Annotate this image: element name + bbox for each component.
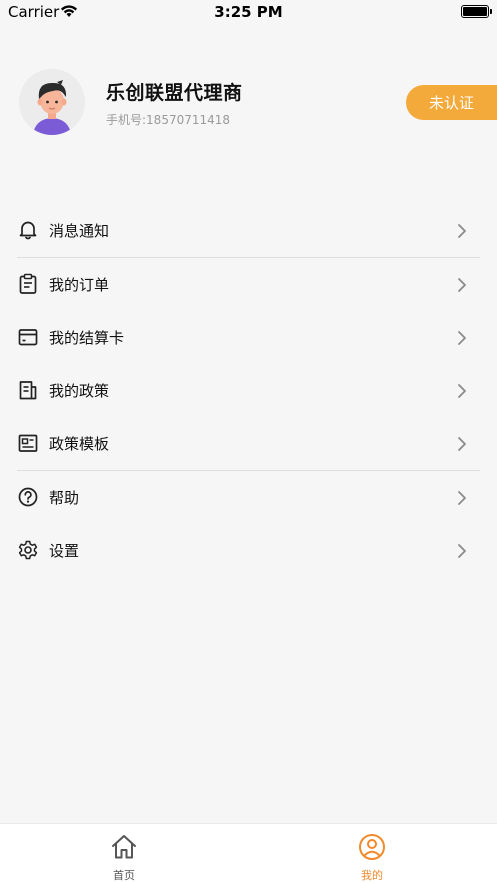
profile-name: 乐创联盟代理商 (106, 82, 243, 104)
help-icon (18, 487, 38, 507)
chevron-right-icon (458, 544, 466, 558)
profile-phone: 手机号:18570711418 (106, 113, 231, 127)
menu-item-label: 我的订单 (49, 276, 110, 294)
menu-item-policy[interactable]: 我的政策 (0, 364, 497, 417)
tab-bar: 首页 我的 (0, 823, 497, 883)
home-icon (112, 835, 136, 859)
tab-mine[interactable]: 我的 (248, 824, 496, 883)
chevron-right-icon (458, 224, 466, 238)
menu-item-notifications[interactable]: 消息通知 (0, 204, 497, 257)
menu-item-settlement-card[interactable]: 我的结算卡 (0, 311, 497, 364)
chevron-right-icon (458, 384, 466, 398)
chevron-right-icon (458, 331, 466, 345)
user-icon (359, 834, 385, 860)
menu-item-label: 我的政策 (49, 382, 110, 400)
menu-item-help[interactable]: 帮助 (0, 471, 497, 524)
avatar-person-icon (19, 69, 85, 135)
tab-home[interactable]: 首页 (0, 824, 248, 883)
battery-icon (461, 5, 492, 18)
bell-icon (19, 221, 37, 240)
menu-item-policy-template[interactable]: 政策模板 (0, 417, 497, 470)
clipboard-icon (19, 273, 37, 294)
tab-label: 我的 (361, 869, 383, 882)
status-bar: Carrier 3:25 PM (0, 0, 497, 26)
menu-item-label: 消息通知 (49, 222, 110, 240)
avatar[interactable] (19, 69, 85, 135)
chevron-right-icon (458, 278, 466, 292)
gear-icon (18, 540, 38, 560)
tab-label: 首页 (113, 869, 135, 882)
menu-item-label: 政策模板 (49, 435, 110, 453)
chevron-right-icon (458, 437, 466, 451)
status-time: 3:25 PM (214, 3, 283, 21)
menu-item-label: 设置 (49, 542, 80, 560)
verify-button[interactable]: 未认证 (406, 85, 497, 120)
menu-list: 消息通知 我的订单 我的结算卡 我的政策 政策模板 帮助 设置 (0, 204, 497, 577)
menu-item-orders[interactable]: 我的订单 (0, 258, 497, 311)
template-icon (18, 434, 38, 452)
menu-item-label: 我的结算卡 (49, 329, 125, 347)
document-icon (19, 381, 37, 400)
chevron-right-icon (458, 491, 466, 505)
menu-item-label: 帮助 (49, 489, 80, 507)
menu-item-settings[interactable]: 设置 (0, 524, 497, 577)
card-icon (18, 329, 38, 346)
profile-header: 乐创联盟代理商 手机号:18570711418 未认证 (0, 60, 497, 150)
